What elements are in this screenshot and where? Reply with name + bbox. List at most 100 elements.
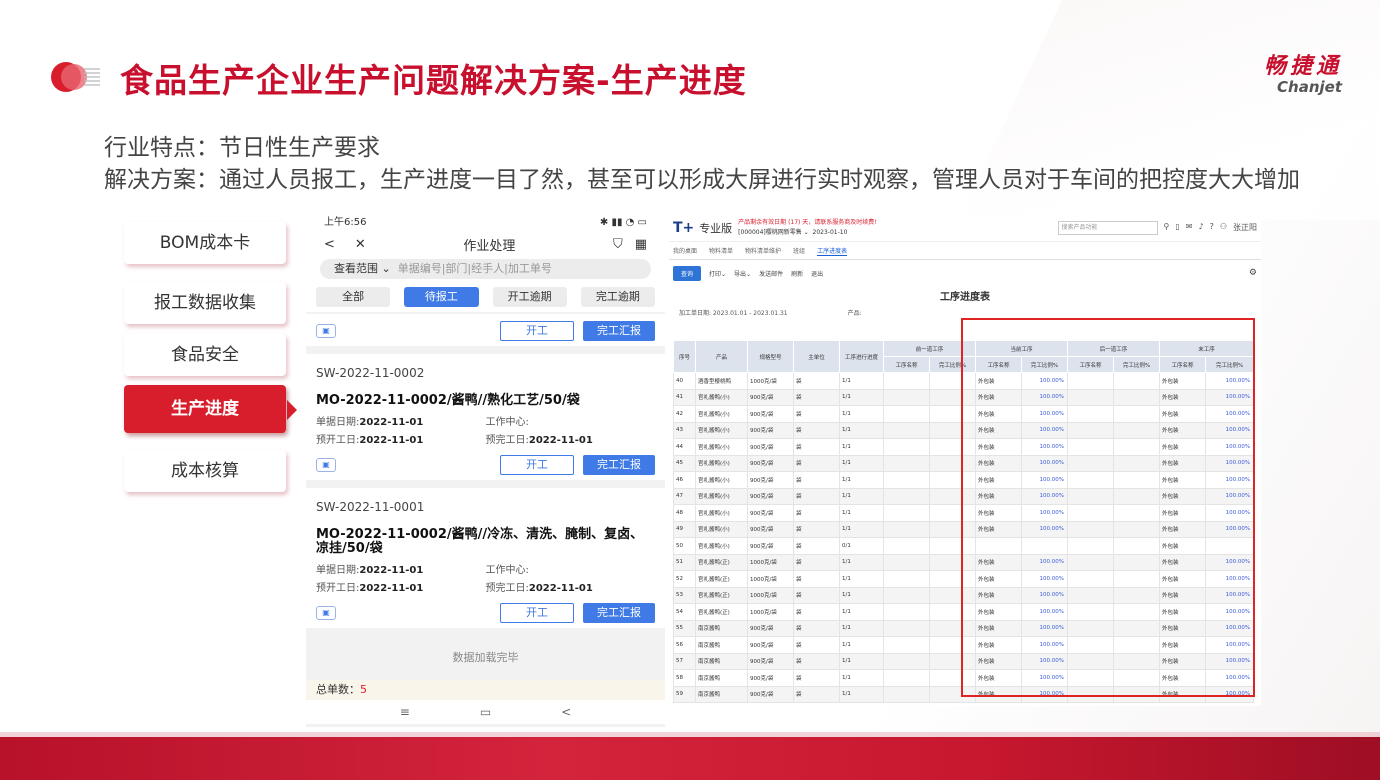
qr-icon[interactable]: ▣ bbox=[316, 458, 336, 472]
report-button[interactable]: 完工汇报 bbox=[583, 455, 655, 475]
sub-header[interactable]: 工序名称 bbox=[883, 356, 930, 373]
erp-toolbar: 查询 打印⌄ 导出⌄ 发送邮件 刷新 退出 ⚙ bbox=[669, 260, 1261, 286]
settings-icon[interactable]: ⚙ bbox=[1249, 268, 1257, 278]
start-label: 预开工日: bbox=[316, 583, 360, 594]
user-icon[interactable]: ⚇ bbox=[1220, 222, 1227, 233]
android-nav: ≡ ▭ < bbox=[306, 700, 665, 724]
table-cell: 袋 bbox=[793, 619, 840, 637]
print-button[interactable]: 打印⌄ bbox=[709, 269, 726, 278]
tab-desktop[interactable]: 我的桌面 bbox=[673, 246, 697, 255]
menu-food-safety[interactable]: 食品安全 bbox=[124, 334, 286, 376]
table-cell: 袋 bbox=[793, 421, 840, 439]
table-cell bbox=[883, 520, 930, 538]
table-cell: 袋 bbox=[793, 520, 840, 538]
message-icon[interactable]: ✉ bbox=[1186, 222, 1193, 233]
tab-bom-maintain[interactable]: 物料清单维护 bbox=[745, 246, 781, 255]
email-button[interactable]: 发送邮件 bbox=[759, 269, 783, 278]
task-mo: MO-2022-11-0002/酱鸭//熟化工艺/50/袋 bbox=[316, 393, 580, 408]
tab-start-overdue[interactable]: 开工逾期 bbox=[492, 287, 567, 307]
table-cell: 官礼酱鸭(正) bbox=[695, 603, 748, 621]
table-cell: 1/1 bbox=[839, 520, 884, 538]
start-value: 2022-11-01 bbox=[359, 583, 424, 594]
user-name[interactable]: 张正阳 bbox=[1233, 222, 1257, 233]
start-button[interactable]: 开工 bbox=[500, 455, 574, 475]
tab-all[interactable]: 全部 bbox=[316, 287, 391, 307]
tab-team[interactable]: 班组 bbox=[793, 246, 805, 255]
tab-finish-overdue[interactable]: 完工逾期 bbox=[580, 287, 655, 307]
report-button[interactable]: 完工汇报 bbox=[583, 321, 655, 341]
table-cell: 袋 bbox=[793, 504, 840, 522]
filter-icon[interactable]: ⛉ bbox=[613, 237, 623, 252]
col-header[interactable]: 规格型号 bbox=[747, 340, 794, 373]
table-cell: 1000克/袋 bbox=[747, 372, 794, 390]
table-cell bbox=[883, 603, 930, 621]
back-nav-icon[interactable]: < bbox=[561, 700, 571, 724]
start-button[interactable]: 开工 bbox=[500, 603, 574, 623]
tab-process-progress[interactable]: 工序进度表 bbox=[817, 246, 848, 256]
menu-icon[interactable]: ≡ bbox=[400, 700, 410, 724]
home-icon[interactable]: ▭ bbox=[480, 700, 491, 724]
table-cell: 官礼酱鸭(小) bbox=[695, 388, 748, 406]
license-warning[interactable]: 产品剩余有效日期 (17) 天，请联系服务商及时续费! bbox=[738, 219, 877, 227]
search-input[interactable]: 单据编号|部门|经手人|加工单号 bbox=[398, 262, 552, 275]
col-header[interactable]: 工序进行进度 bbox=[839, 340, 884, 373]
task-card[interactable]: SW-2022-11-0002 MO-2022-11-0002/酱鸭//熟化工艺… bbox=[306, 354, 665, 480]
qr-icon[interactable]: ▣ bbox=[316, 324, 336, 338]
table-cell: 袋 bbox=[793, 388, 840, 406]
back-icon[interactable]: < bbox=[324, 237, 335, 252]
start-button[interactable]: 开工 bbox=[500, 321, 574, 341]
table-cell: 900克/袋 bbox=[747, 619, 794, 637]
qr-icon[interactable]: ▣ bbox=[316, 606, 336, 620]
table-cell: 官礼酱鸭(小) bbox=[695, 405, 748, 423]
table-cell: 南京酱鸭 bbox=[695, 685, 748, 703]
col-header[interactable]: 序号 bbox=[673, 340, 696, 373]
col-header[interactable]: 主单位 bbox=[793, 340, 840, 373]
table-cell: 1000克/袋 bbox=[747, 603, 794, 621]
table-cell: 袋 bbox=[793, 636, 840, 654]
search-icon[interactable]: ⚲ bbox=[1164, 222, 1170, 233]
mobile-title: 作业处理 bbox=[463, 238, 516, 254]
table-cell: 官礼酱鸭(小) bbox=[695, 454, 748, 472]
tab-bom[interactable]: 物料清单 bbox=[709, 246, 733, 255]
table-cell bbox=[883, 405, 930, 423]
table-cell: 1/1 bbox=[839, 504, 884, 522]
grid-icon[interactable]: ▦ bbox=[635, 237, 647, 252]
task-card-partial: ▣ 开工 完工汇报 bbox=[306, 314, 665, 346]
center-label: 工作中心: bbox=[485, 417, 529, 428]
table-cell: 900克/袋 bbox=[747, 520, 794, 538]
mobile-search[interactable]: 查看范围 ⌄ 单据编号|部门|经手人|加工单号 bbox=[306, 256, 665, 282]
table-cell: 56 bbox=[673, 636, 696, 654]
col-header[interactable]: 产品 bbox=[695, 340, 748, 373]
doc-icon[interactable]: ▯ bbox=[1175, 222, 1179, 233]
table-cell: 900克/袋 bbox=[747, 652, 794, 670]
report-button[interactable]: 完工汇报 bbox=[583, 603, 655, 623]
mobile-screenshot: 上午6:56 ✱ ▮▮ ◔ ▭ < ✕ 作业处理 ⛉ ▦ 查看范围 ⌄ 单据编号… bbox=[306, 214, 665, 727]
company-select[interactable]: [000004]樱桃网新零售 ⌄ bbox=[738, 229, 809, 236]
table-cell: 袋 bbox=[793, 669, 840, 687]
task-card[interactable]: SW-2022-11-0001 MO-2022-11-0002/酱鸭//冷冻、清… bbox=[306, 488, 665, 628]
scope-select[interactable]: 查看范围 ⌄ bbox=[334, 262, 391, 275]
menu-cost-accounting[interactable]: 成本核算 bbox=[124, 450, 286, 492]
table-cell: 1/1 bbox=[839, 685, 884, 703]
export-button[interactable]: 导出⌄ bbox=[734, 269, 751, 278]
query-button[interactable]: 查询 bbox=[673, 265, 702, 281]
table-cell: 900克/袋 bbox=[747, 504, 794, 522]
refresh-button[interactable]: 刷新 bbox=[791, 269, 803, 278]
menu-report-data[interactable]: 报工数据收集 bbox=[124, 282, 286, 324]
task-mo: MO-2022-11-0002/酱鸭//冷冻、清洗、腌制、复卤、凉挂/50/袋 bbox=[316, 527, 644, 556]
total-value: 5 bbox=[360, 683, 367, 696]
table-cell bbox=[883, 421, 930, 439]
erp-search-input[interactable]: 搜索产品功能 bbox=[1057, 220, 1158, 235]
bell-icon[interactable]: ♪ bbox=[1198, 222, 1203, 233]
menu-production-progress[interactable]: 生产进度 bbox=[124, 385, 286, 433]
table-cell: 900克/袋 bbox=[747, 471, 794, 489]
exit-button[interactable]: 退出 bbox=[811, 269, 823, 278]
menu-bom[interactable]: BOM成本卡 bbox=[124, 222, 286, 264]
close-icon[interactable]: ✕ bbox=[355, 237, 366, 252]
highlight-box bbox=[961, 318, 1255, 697]
table-cell: 袋 bbox=[793, 652, 840, 670]
tab-pending[interactable]: 待报工 bbox=[404, 287, 479, 307]
help-icon[interactable]: ? bbox=[1210, 222, 1214, 233]
table-cell: 官礼酱鸭(小) bbox=[695, 421, 748, 439]
table-cell: 酒香型樱桃鸭 bbox=[695, 372, 748, 390]
